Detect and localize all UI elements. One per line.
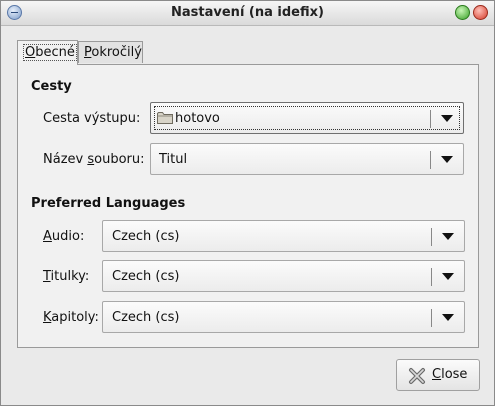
output-path-chooser[interactable]: hotovo <box>150 102 464 134</box>
chevron-down-icon <box>441 115 453 122</box>
filename-select[interactable]: Titul <box>150 143 464 175</box>
close-button[interactable]: Close <box>396 359 480 391</box>
section-heading-paths: Cesty <box>31 79 72 94</box>
tab-general-label: Obecné <box>23 44 77 61</box>
chapters-label: Kapitoly: <box>43 310 99 325</box>
chevron-down-icon <box>442 314 454 321</box>
chevron-down-icon <box>442 233 454 240</box>
title-bar[interactable]: Nastavení (na idefix) <box>1 1 494 26</box>
chevron-down-icon <box>442 273 454 280</box>
filename-value: Titul <box>159 152 188 167</box>
output-path-label: Cesta výstupu: <box>43 111 141 126</box>
combo-separator <box>431 228 432 246</box>
combo-separator <box>431 268 432 286</box>
combo-separator <box>430 151 431 169</box>
general-tab-panel: Cesty Cesta výstupu: hotovo Název soubor… <box>17 64 479 348</box>
chapters-language-value: Czech (cs) <box>112 310 180 325</box>
subtitles-language-value: Czech (cs) <box>112 269 180 284</box>
tab-advanced[interactable]: Pokročilý <box>78 41 143 63</box>
subtitles-label: Titulky: <box>43 269 90 284</box>
combo-separator <box>430 110 431 128</box>
tab-general[interactable]: Obecné <box>17 40 78 65</box>
minimize-button[interactable] <box>455 5 470 20</box>
folder-icon <box>157 112 173 124</box>
audio-language-select[interactable]: Czech (cs) <box>102 220 465 252</box>
output-path-value: hotovo <box>175 111 220 126</box>
preferences-window: Nastavení (na idefix) Obecné Pokročilý C… <box>0 0 495 406</box>
chevron-down-icon <box>441 156 453 163</box>
subtitles-language-select[interactable]: Czech (cs) <box>102 260 465 292</box>
close-button-label: Close <box>432 367 468 382</box>
combo-separator <box>431 309 432 327</box>
audio-label: Audio: <box>43 229 85 244</box>
filename-label: Název souboru: <box>43 152 145 167</box>
window-title: Nastavení (na idefix) <box>171 5 324 20</box>
tab-advanced-label: Pokročilý <box>84 45 142 60</box>
chapters-language-select[interactable]: Czech (cs) <box>102 301 465 333</box>
close-window-button[interactable] <box>473 5 488 20</box>
close-icon <box>409 368 425 384</box>
audio-language-value: Czech (cs) <box>112 229 180 244</box>
section-heading-languages: Preferred Languages <box>31 196 186 211</box>
